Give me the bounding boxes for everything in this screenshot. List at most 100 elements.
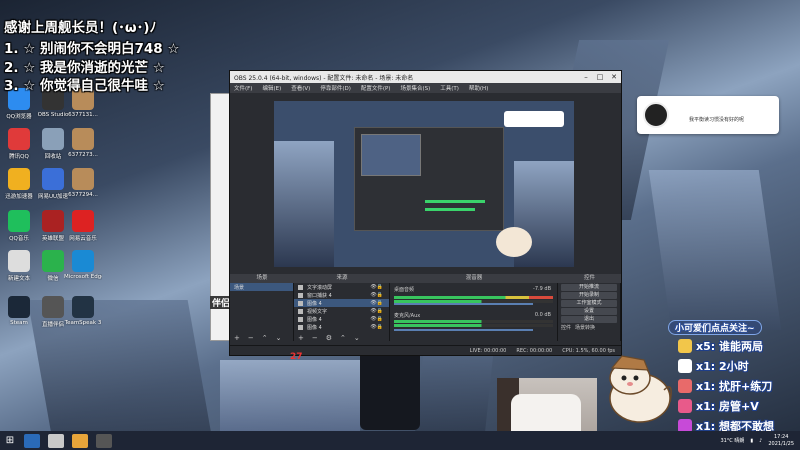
close-icon[interactable]: ✕ (607, 73, 621, 81)
obs-preview[interactable] (274, 101, 574, 267)
desktop-icon[interactable]: 网易云音乐 (64, 210, 102, 242)
volume-slider[interactable] (394, 329, 533, 331)
taskbar-app-obs-icon[interactable] (96, 433, 112, 448)
menu-scene-collection[interactable]: 场景集合(S) (400, 84, 430, 92)
app-icon (42, 168, 64, 190)
desktop-icon-label: TeamSpeak 3 (64, 320, 102, 326)
app-icon (42, 296, 64, 318)
add-icon[interactable]: + (234, 334, 240, 342)
desktop-icon-label: 6377294... (68, 192, 98, 198)
preview-mascot (496, 227, 532, 257)
menu-edit[interactable]: 编辑(E) (262, 84, 281, 92)
obs-window[interactable]: OBS 25.0.4 (64-bit, windows) - 配置文件: 未命名… (229, 70, 622, 356)
start-recording-button[interactable]: 开始录制 (561, 292, 617, 299)
mascot-icon (609, 355, 672, 423)
desktop-icon-label: 腾讯QQ (9, 154, 29, 160)
network-icon[interactable]: ▮ (750, 438, 753, 444)
mixer-channel-db: 0.0 dB (534, 312, 551, 318)
gift-text: x1: 2小时 (696, 360, 749, 373)
chat-notification: 我平衡读习惯没有好的呢 (637, 96, 779, 134)
menu-file[interactable]: 文件(F) (234, 84, 252, 92)
studio-mode-button[interactable]: 工作室模式 (561, 300, 617, 307)
gear-icon[interactable]: ⚙ (326, 334, 332, 342)
avatar (643, 102, 669, 128)
eye-icon: 👁🔒 (370, 316, 383, 322)
taskbar-clock[interactable]: 17:24 2021/1/25 (768, 434, 794, 448)
dock-controls-header: 控件 (558, 274, 621, 283)
menu-tools[interactable]: 工具(T) (440, 84, 459, 92)
gift-text: x1: 扰肝+练刀 (696, 380, 773, 393)
up-icon[interactable]: ⌃ (262, 334, 268, 342)
dock-scenes-header: 场景 (230, 274, 294, 283)
remove-icon[interactable]: − (248, 334, 254, 342)
gift-icon (678, 399, 692, 413)
volume-meter (394, 296, 553, 299)
live-timer: LIVE: 00:00:00 (469, 347, 507, 354)
menu-view[interactable]: 查看(V) (291, 84, 310, 92)
volume-slider[interactable] (394, 303, 533, 305)
desktop-icon[interactable]: 迅游加速器 (0, 168, 38, 200)
sources-dock: 文字滚动屏 👁🔒 窗口捕获 4 👁🔒 图像 4 👁🔒 视频文字 👁🔒 图像 4 👁🔒 图像… (294, 283, 390, 341)
desktop-icon[interactable]: 6377273... (64, 128, 102, 158)
desktop-icon[interactable]: Steam (0, 296, 38, 326)
down-icon[interactable]: ⌄ (354, 334, 360, 342)
overlay-line: 3. ☆ 你觉得自己很牛哇 ☆ (4, 78, 165, 94)
up-icon[interactable]: ⌃ (340, 334, 346, 342)
source-item[interactable]: 图像 4 👁🔒 (294, 315, 389, 323)
obs-title-bar[interactable]: OBS 25.0.4 (64-bit, windows) - 配置文件: 未命名… (230, 71, 621, 83)
desktop-icon[interactable]: 腾讯QQ (0, 128, 38, 160)
taskbar-app-game-icon[interactable] (72, 433, 88, 448)
source-item[interactable]: 图像 4 👁🔒 (294, 323, 389, 331)
desktop-icon-label: Steam (10, 320, 28, 326)
volume-icon[interactable]: ♪ (759, 438, 762, 444)
dock-mixer-header: 混音器 (390, 274, 558, 283)
volume-meter (394, 324, 553, 327)
down-icon[interactable]: ⌄ (276, 334, 282, 342)
start-stream-button[interactable]: 开始推流 (561, 284, 617, 291)
menu-help[interactable]: 帮助(H) (469, 84, 488, 92)
desktop-icon[interactable]: 新建文本 (0, 250, 38, 282)
desktop-icon[interactable]: TeamSpeak 3 (64, 296, 102, 326)
desktop-icon[interactable]: Microsoft Edge (64, 250, 102, 280)
windows-start-icon[interactable]: ⊞ (0, 435, 20, 446)
maximize-icon[interactable]: □ (593, 73, 607, 81)
wallpaper-building (220, 360, 360, 440)
preview-nested-meter (425, 200, 485, 203)
settings-button[interactable]: 设置 (561, 308, 617, 315)
add-icon[interactable]: + (298, 334, 304, 342)
app-icon (42, 210, 64, 232)
eye-icon: 👁🔒 (370, 300, 383, 306)
sources-toolbar: + − ⚙ ⌃ ⌄ (294, 334, 360, 342)
weather-text: 31°C 晴朗 (720, 438, 745, 444)
app-icon (72, 168, 94, 190)
app-icon (8, 250, 30, 272)
desktop-icon[interactable]: 6377294... (64, 168, 102, 198)
tab-controls[interactable]: 控件 (561, 324, 571, 331)
remove-icon[interactable]: − (312, 334, 318, 342)
preview-chat-card (504, 111, 564, 127)
clock-time: 17:24 (773, 433, 789, 440)
taskbar-app-explorer-icon[interactable] (48, 433, 64, 448)
preview-nested-meter (425, 208, 475, 211)
obs-menu-bar: 文件(F) 编辑(E) 查看(V) 停靠部件(D) 配置文件(P) 场景集合(S… (230, 83, 621, 93)
overlay-line: 1. ☆ 别闹你不会明白748 ☆ (4, 41, 180, 57)
menu-profile[interactable]: 配置文件(P) (361, 84, 391, 92)
minimize-icon[interactable]: – (579, 73, 593, 81)
gift-text: x5: 谁能两局 (696, 340, 763, 353)
obs-status-bar: LIVE: 00:00:00 REC: 00:00:00 CPU: 1.5%, … (230, 345, 621, 355)
source-item[interactable]: 视频文字 👁🔒 (294, 307, 389, 315)
app-icon (8, 168, 30, 190)
scenes-toolbar: + − ⌃ ⌄ (230, 334, 282, 342)
scene-item[interactable]: 场景 (230, 283, 293, 291)
source-item[interactable]: 窗口捕获 4 👁🔒 (294, 291, 389, 299)
tab-transitions[interactable]: 场景转换 (575, 324, 595, 331)
taskbar-app-steam-icon[interactable] (24, 433, 40, 448)
menu-docks[interactable]: 停靠部件(D) (320, 84, 351, 92)
app-icon (72, 210, 94, 232)
desktop-icon[interactable]: QQ音乐 (0, 210, 38, 242)
app-icon (42, 128, 64, 150)
source-item[interactable]: 文字滚动屏 👁🔒 (294, 283, 389, 291)
app-icon (8, 128, 30, 150)
taskbar: ⊞ 31°C 晴朗 ▮ ♪ 17:24 2021/1/25 (0, 431, 800, 450)
source-item[interactable]: 图像 4 👁🔒 (294, 299, 389, 307)
